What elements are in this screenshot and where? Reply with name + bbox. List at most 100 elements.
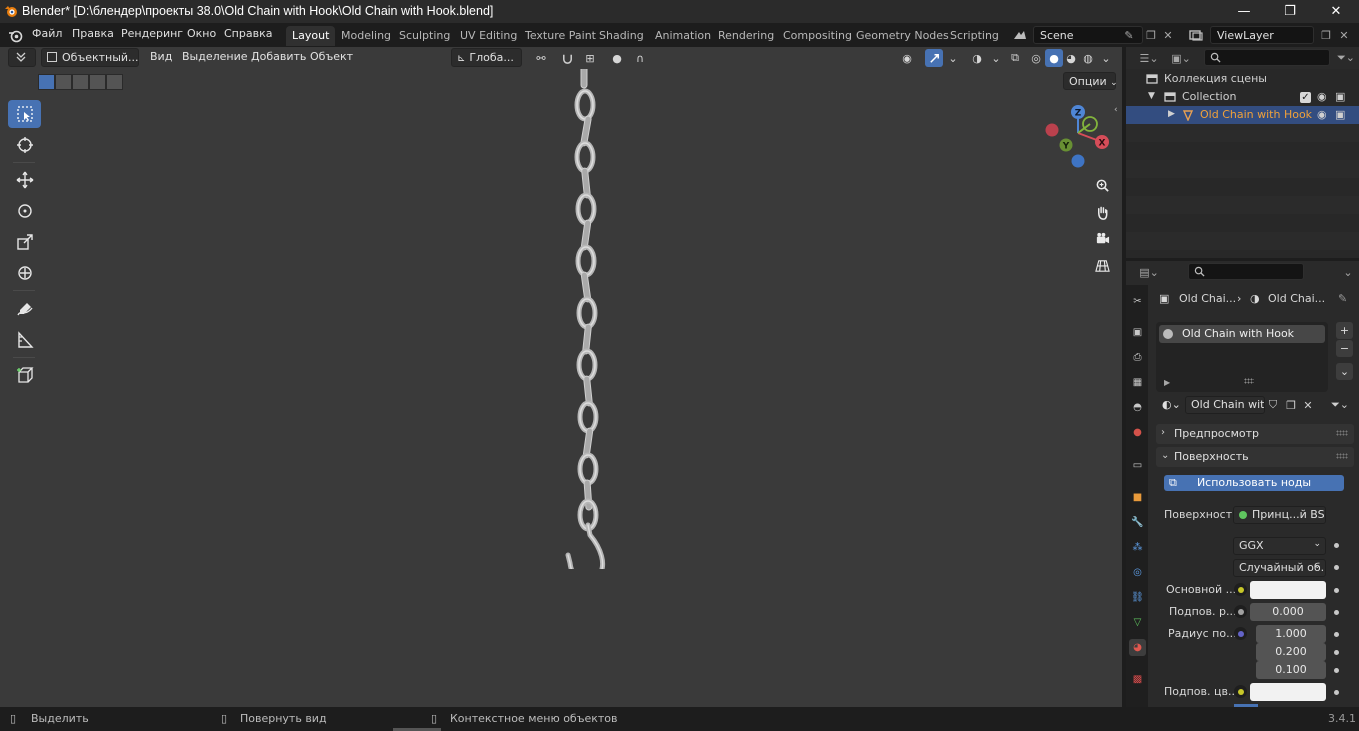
render-camera-icon[interactable]: ▣ [1335,90,1345,103]
tool-select-box[interactable] [8,100,41,128]
shading-dropdown-icon[interactable]: ⌄ [1097,49,1115,67]
select-mode-extend-icon[interactable] [55,74,72,90]
select-mode-new-icon[interactable] [38,74,55,90]
properties-search-input[interactable] [1188,263,1304,280]
overlays-toggle-icon[interactable]: ◑ [966,49,988,67]
tab-texture-paint[interactable]: Texture Paint [519,26,602,46]
editor-type-dropdown[interactable] [8,48,36,67]
panel-preview-header[interactable]: › Предпросмотр [1156,424,1354,444]
drag-grip-icon[interactable] [1336,453,1348,459]
viewport-menu-view[interactable]: Вид [150,50,172,63]
texture-tab-icon[interactable]: ▩ [1129,671,1146,688]
fake-user-shield-icon[interactable]: ⛉ [1264,397,1282,413]
material-tab-icon[interactable]: ◕ [1129,639,1146,656]
material-browse-icon[interactable]: ◐⌄ [1156,396,1184,414]
render-tab-icon[interactable]: ▣ [1129,324,1146,341]
tool-scale[interactable] [8,228,41,256]
resize-grip-icon[interactable] [1244,378,1254,384]
keyframe-dot-icon[interactable] [1334,565,1339,570]
perspective-toggle-icon[interactable] [1092,255,1112,275]
tab-modeling[interactable]: Modeling [335,26,397,46]
subsurface-color-swatch[interactable] [1250,683,1326,701]
outliner-row-collection[interactable]: ▼ Collection ✓ ◉ ▣ [1126,88,1359,106]
maximize-button[interactable]: ❐ [1267,0,1313,23]
link-dropdown-icon[interactable]: ⏷⌄ [1326,397,1354,413]
tool-rotate[interactable] [8,197,41,225]
tool-add-cube[interactable] [8,361,41,389]
tab-geometry-nodes[interactable]: Geometry Nodes [850,26,955,46]
material-slot-row[interactable]: Old Chain with Hook [1159,325,1325,343]
collapse-arrow-icon[interactable]: ▶ [1168,109,1175,119]
zoom-icon[interactable] [1092,175,1112,195]
tool-cursor[interactable] [8,131,41,159]
subsurface-radius-z-field[interactable]: 0.100 [1256,661,1326,679]
subsurface-value-field[interactable]: 0.000 [1250,603,1326,621]
menu-edit[interactable]: Правка [72,27,114,40]
visibility-eye-icon[interactable]: ◉ [1317,90,1327,103]
render-camera-icon[interactable]: ▣ [1335,108,1345,121]
expand-arrow-icon[interactable]: ▼ [1148,91,1155,101]
overlays-dropdown-icon[interactable]: ⌄ [987,49,1005,67]
physics-tab-icon[interactable]: ◎ [1129,564,1146,581]
remove-slot-icon[interactable]: − [1336,340,1353,357]
transform-orientation-dropdown[interactable]: ⊾ Глоба... [451,48,522,67]
world-tab-icon[interactable]: ● [1129,424,1146,441]
gizmo-toggle-icon[interactable] [925,49,943,67]
tab-scripting[interactable]: Scripting [944,26,1005,46]
tab-uv-editing[interactable]: UV Editing [454,26,523,46]
delete-scene-icon[interactable]: ✕ [1160,27,1176,43]
shading-solid-icon[interactable]: ● [1045,49,1063,67]
menu-file[interactable]: Файл [32,27,62,40]
pin-icon[interactable]: ✎ [1121,27,1137,43]
tab-animation[interactable]: Animation [649,26,717,46]
properties-editor-type-icon[interactable]: ▤⌄ [1136,264,1162,280]
use-nodes-button[interactable]: ⧉ Использовать ноды [1164,475,1344,491]
outliner-filter-icon[interactable]: ⏷⌄ [1334,50,1358,66]
socket-icon[interactable] [1234,627,1247,640]
keyframe-dot-icon[interactable] [1334,650,1339,655]
navigation-gizmo[interactable]: Z X Y [1040,103,1116,171]
output-tab-icon[interactable]: ⎙ [1129,349,1146,366]
select-mode-intersect-icon[interactable] [106,74,123,90]
shading-material-icon[interactable]: ◕ [1062,49,1080,67]
socket-icon[interactable] [1234,685,1247,698]
tab-shading[interactable]: Shading [593,26,650,46]
panel-surface-header[interactable]: ⌄ Поверхность [1156,447,1354,467]
snap-target-icon[interactable]: ⊞ [578,49,602,67]
base-color-swatch[interactable] [1250,581,1326,599]
visibility-eye-icon[interactable]: ◉ [1317,108,1327,121]
options-dropdown[interactable]: Опции ⌄ [1063,72,1118,90]
pan-hand-icon[interactable] [1092,202,1112,222]
proportional-falloff-icon[interactable]: ∩ [628,49,652,67]
expand-arrow-icon[interactable]: ▶ [1164,378,1170,387]
add-slot-icon[interactable]: + [1336,322,1353,339]
keyframe-dot-icon[interactable] [1334,610,1339,615]
tab-rendering[interactable]: Rendering [712,26,780,46]
3d-viewport[interactable]: Объектный... Вид Выделение Добавить Объе… [0,47,1122,707]
keyframe-dot-icon[interactable] [1334,588,1339,593]
select-mode-invert-icon[interactable] [89,74,106,90]
keyframe-dot-icon[interactable] [1334,632,1339,637]
modifiers-tab-icon[interactable]: 🔧 [1129,514,1146,531]
viewport-menu-object[interactable]: Объект [310,50,353,63]
tool-move[interactable] [8,166,41,194]
subsurface-radius-x-field[interactable]: 1.000 [1256,625,1326,643]
minimize-button[interactable]: — [1221,0,1267,23]
select-mode-subtract-icon[interactable] [72,74,89,90]
snap-toggle-icon[interactable] [558,49,576,67]
outliner-row-scene-collection[interactable]: Коллекция сцены [1126,70,1359,88]
unlink-material-icon[interactable]: ✕ [1299,397,1317,413]
checkbox-icon[interactable]: ✓ [1300,92,1311,103]
tool-transform[interactable] [8,259,41,287]
outliner-editor-type-icon[interactable]: ☰⌄ [1136,50,1162,66]
menu-help[interactable]: Справка [224,27,272,40]
tab-layout[interactable]: Layout [286,26,336,46]
subsurface-radius-y-field[interactable]: 0.200 [1256,643,1326,661]
gizmo-dropdown-icon[interactable]: ⌄ [944,49,962,67]
tool-measure[interactable] [8,326,41,354]
xray-toggle-icon[interactable]: ⧉ [1006,49,1024,67]
menu-window[interactable]: Окно [187,27,216,40]
menu-render[interactable]: Рендеринг [121,27,183,40]
duplicate-material-icon[interactable]: ❐ [1282,397,1300,413]
chain-with-hook-object[interactable] [548,69,628,569]
